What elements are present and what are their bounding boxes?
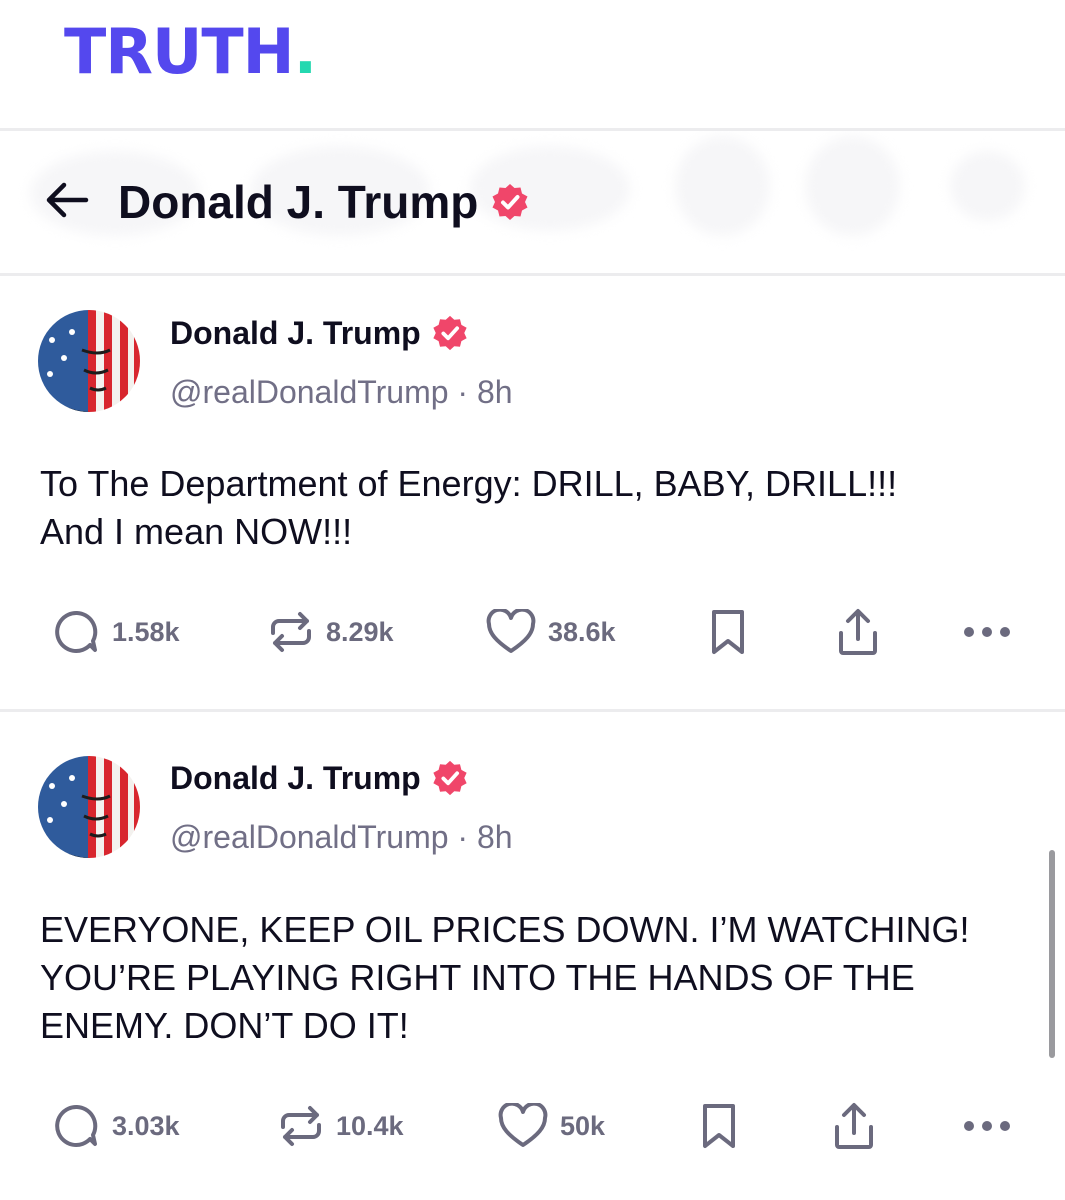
retruth-count: 10.4k: [336, 1110, 404, 1141]
header-backdrop: [805, 136, 900, 236]
author-name[interactable]: Donald J. Trump: [170, 313, 469, 353]
retruth-button[interactable]: 10.4k: [278, 1096, 404, 1156]
like-button[interactable]: 38.6k: [486, 602, 616, 662]
reply-count: 3.03k: [112, 1110, 180, 1141]
author-name-text: Donald J. Trump: [170, 760, 421, 796]
avatar-image: [38, 310, 140, 412]
post-actions: 3.03k 10.4k 50k: [0, 1096, 1065, 1156]
meta-separator: ·: [457, 374, 469, 410]
page-title-text: Donald J. Trump: [118, 176, 479, 228]
share-icon: [839, 609, 877, 655]
retruth-count: 8.29k: [326, 616, 394, 647]
avatar[interactable]: [38, 756, 140, 858]
post-timestamp[interactable]: 8h: [477, 819, 513, 855]
like-button[interactable]: 50k: [498, 1096, 605, 1156]
like-count: 38.6k: [548, 616, 616, 647]
share-icon: [835, 1103, 873, 1149]
reply-button[interactable]: 1.58k: [54, 602, 180, 662]
divider: [0, 709, 1065, 712]
bookmark-button[interactable]: [708, 602, 748, 662]
post-body-line: And I mean NOW!!!: [40, 511, 353, 552]
retruth-icon: [281, 1106, 321, 1146]
author-handle[interactable]: @realDonaldTrump: [170, 819, 449, 855]
more-options-button[interactable]: [962, 602, 1012, 662]
avatar[interactable]: [38, 310, 140, 412]
arrow-left-icon: [46, 182, 89, 218]
more-horizontal-icon: [964, 627, 1010, 637]
heart-icon: [486, 609, 536, 653]
page-title: Donald J. Trump: [118, 176, 530, 228]
post-body-line: YOU’RE PLAYING RIGHT INTO THE HANDS OF T…: [40, 957, 915, 998]
bookmark-button[interactable]: [699, 1096, 739, 1156]
divider: [0, 273, 1065, 276]
top-bar: TRUTH.: [0, 0, 1065, 128]
meta-separator: ·: [457, 819, 469, 855]
author-handle[interactable]: @realDonaldTrump: [170, 374, 449, 410]
share-button[interactable]: [836, 602, 880, 662]
post-timestamp[interactable]: 8h: [477, 374, 513, 410]
retruth-button[interactable]: 8.29k: [268, 602, 394, 662]
header-backdrop: [675, 136, 770, 236]
heart-icon: [498, 1103, 548, 1147]
retruth-icon: [271, 612, 311, 652]
verified-badge-icon: [492, 184, 528, 220]
verified-badge-icon: [433, 315, 467, 351]
more-horizontal-icon: [964, 1121, 1010, 1131]
share-button[interactable]: [832, 1096, 876, 1156]
verified-badge-icon: [433, 760, 467, 796]
scrollbar[interactable]: [1049, 850, 1055, 1058]
bookmark-icon: [712, 610, 744, 654]
post-body: To The Department of Energy: DRILL, BABY…: [40, 460, 1030, 556]
reply-icon: [55, 1104, 98, 1147]
post-meta: @realDonaldTrump · 8h: [170, 817, 513, 857]
post-body-line: To The Department of Energy: DRILL, BABY…: [40, 463, 898, 504]
post-actions: 1.58k 8.29k 38.6k: [0, 602, 1065, 662]
like-count: 50k: [560, 1110, 606, 1141]
bookmark-icon: [703, 1104, 735, 1148]
post-body: EVERYONE, KEEP OIL PRICES DOWN. I’M WATC…: [40, 906, 1030, 1050]
author-name-text: Donald J. Trump: [170, 315, 421, 351]
post-meta: @realDonaldTrump · 8h: [170, 372, 513, 412]
back-button[interactable]: [42, 175, 92, 225]
author-name[interactable]: Donald J. Trump: [170, 758, 469, 798]
post-body-line: EVERYONE, KEEP OIL PRICES DOWN. I’M WATC…: [40, 909, 970, 950]
reply-icon: [55, 610, 98, 653]
truth-logo[interactable]: TRUTH.: [64, 16, 317, 88]
reply-button[interactable]: 3.03k: [54, 1096, 180, 1156]
reply-count: 1.58k: [112, 616, 180, 647]
post-body-line: ENEMY. DON’T DO IT!: [40, 1005, 409, 1046]
header-backdrop: [950, 151, 1025, 221]
avatar-image: [38, 756, 140, 858]
more-options-button[interactable]: [962, 1096, 1012, 1156]
